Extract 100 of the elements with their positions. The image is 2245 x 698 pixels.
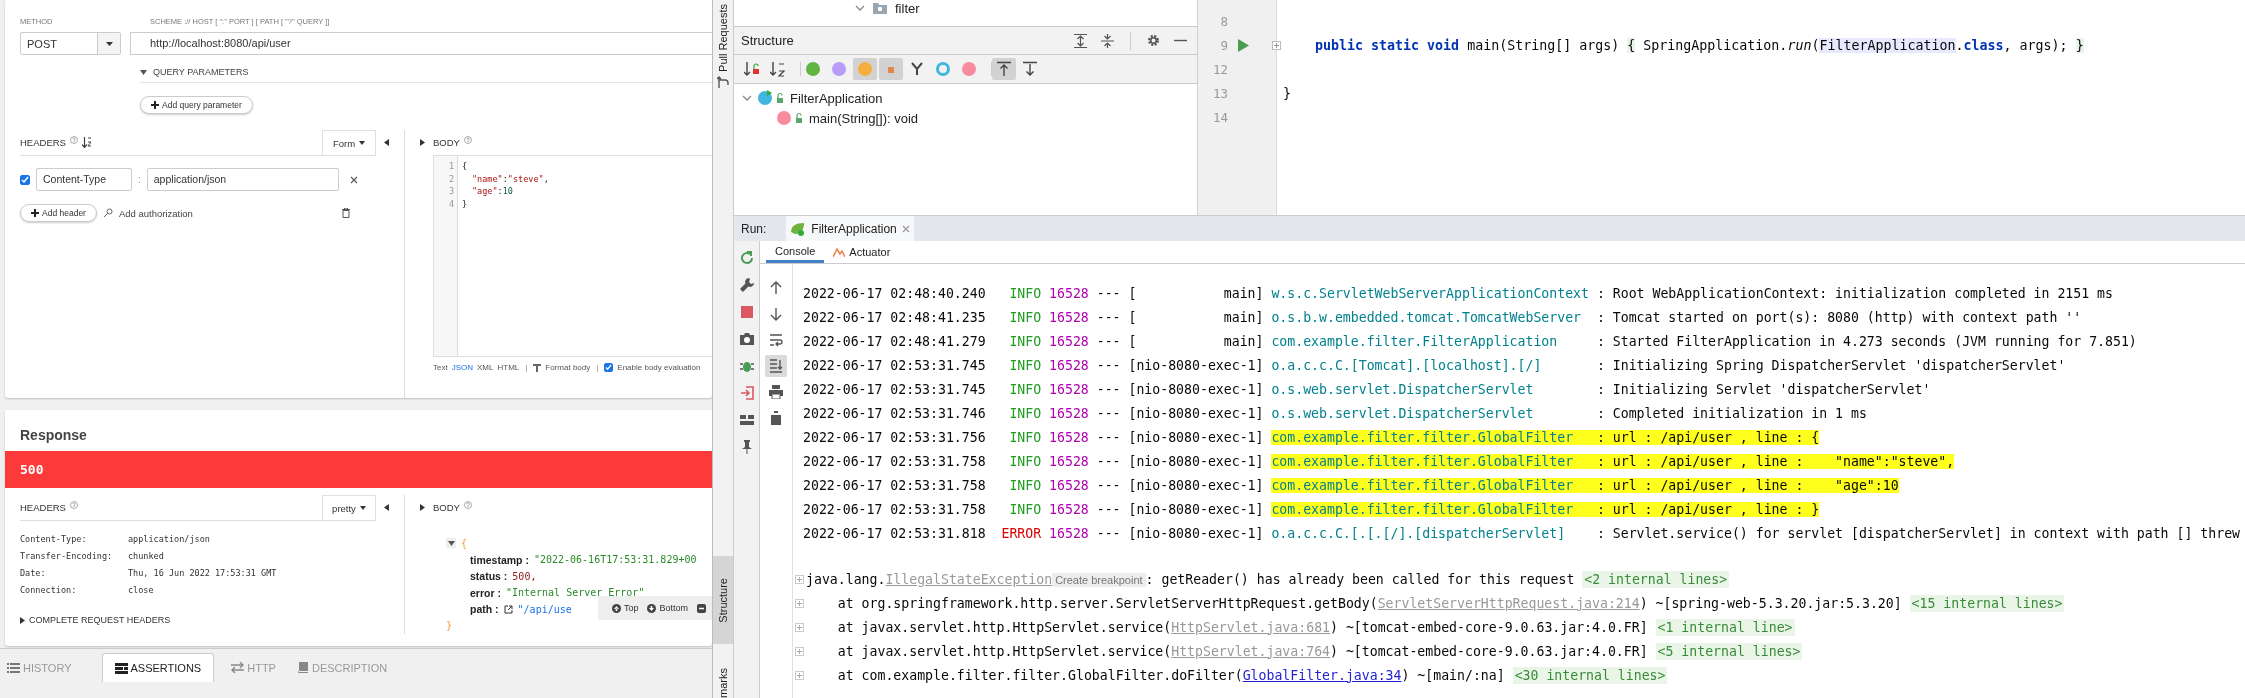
bottom-tab[interactable]: ASSERTIONS: [101, 653, 215, 682]
trace-text: at org.springframework.http.server.ServletServerHttpRequest.getBody(: [837, 595, 1378, 611]
left-arrow-icon[interactable]: [383, 504, 389, 511]
add-authorization-link[interactable]: Add authorization: [118, 207, 193, 219]
header-name: Connection:: [20, 585, 78, 597]
sort-icon[interactable]: [81, 137, 92, 148]
log-separator: ---: [1096, 453, 1122, 469]
log-level: INFO: [1008, 453, 1042, 469]
log-timestamp: 2022-06-17 02:48:40.240: [803, 285, 987, 301]
stop-icon[interactable]: [739, 305, 754, 319]
tree-item[interactable]: FilterApplication: [734, 88, 1197, 108]
log-pid: 16528: [1049, 405, 1090, 421]
add-query-parameter-button[interactable]: Add query parameter: [140, 96, 253, 114]
headers-view-dropdown[interactable]: pretty: [322, 495, 376, 520]
console-tab[interactable]: Actuator: [824, 241, 900, 263]
trace-text: at javax.servlet.http.HttpServlet.service(: [837, 619, 1172, 635]
camera-icon[interactable]: [739, 332, 754, 346]
run-tab[interactable]: FilterApplication: [786, 216, 914, 241]
pull-request-icon[interactable]: [717, 76, 729, 88]
headers-label: HEADERS: [20, 137, 66, 148]
layout-icon[interactable]: [739, 413, 754, 427]
exit-icon[interactable]: [739, 386, 754, 400]
expand-all-icon[interactable]: [1074, 33, 1087, 48]
query-parameters-toggle[interactable]: QUERY PARAMETERS: [140, 67, 712, 83]
folded-lines-badge[interactable]: <2 internal lines>: [1582, 570, 1730, 588]
line-number: 14: [1211, 109, 1228, 125]
fold-icon[interactable]: [1272, 40, 1281, 50]
method-select[interactable]: POST: [20, 32, 121, 55]
external-link-icon[interactable]: [503, 604, 513, 614]
trash-icon[interactable]: [342, 208, 350, 218]
body-evaluation-checkbox[interactable]: [604, 363, 614, 372]
log-logger: o.a.c.c.C.[Tomcat].[localhost].[/]: [1271, 357, 1543, 373]
json-value: "Internal Server Error": [505, 587, 645, 599]
minimize-icon[interactable]: [1174, 39, 1187, 42]
header-checkbox[interactable]: [20, 174, 30, 185]
caret-icon: [105, 41, 113, 46]
headers-mode-dropdown[interactable]: Form: [322, 130, 376, 155]
json-value: 500,: [512, 570, 537, 582]
body-editor[interactable]: 1 2 3 4 { "name":"steve", "age":10 }: [433, 155, 712, 357]
tool-window-tab[interactable]: Structure: [713, 556, 733, 644]
log-thread: [nio-8080-exec-1]: [1128, 405, 1265, 421]
structure-toolbar-button[interactable]: [992, 58, 1016, 80]
folded-lines-badge[interactable]: <1 internal line>: [1655, 618, 1795, 636]
console-tab[interactable]: Console: [766, 241, 825, 263]
caret-icon: [359, 141, 366, 145]
log-pid: 16528: [1049, 309, 1090, 325]
scroll-button[interactable]: Top: [611, 603, 639, 613]
format-body-button[interactable]: Format body: [545, 363, 591, 372]
wrench-icon[interactable]: [739, 278, 754, 292]
tool-window-tab[interactable]: marks: [713, 658, 733, 698]
log-timestamp: 2022-06-17 02:53:31.745: [803, 381, 987, 397]
body-mode-link[interactable]: XML: [477, 363, 494, 372]
colon-separator: :: [138, 174, 141, 185]
folded-lines-badge[interactable]: <30 internal lines>: [1512, 666, 1668, 684]
bug-icon[interactable]: [739, 359, 754, 373]
tree-item[interactable]: main(String[]): void: [734, 108, 1197, 128]
create-breakpoint-hint[interactable]: Create breakpoint: [1052, 572, 1146, 587]
tool-window-tab[interactable]: Pull Requests: [713, 0, 733, 72]
format-icon: [533, 363, 542, 372]
body-mode-link[interactable]: HTML: [497, 363, 520, 372]
arrow-up-icon: [996, 61, 1012, 77]
rerun-icon[interactable]: [739, 251, 754, 265]
collapse-all-icon[interactable]: [1101, 33, 1114, 48]
run-icon[interactable]: [1237, 38, 1249, 52]
log-timestamp: 2022-06-17 02:53:31.756: [803, 429, 987, 445]
close-icon[interactable]: [349, 175, 358, 184]
code-line: "age":10: [471, 185, 514, 198]
complete-request-headers-toggle[interactable]: COMPLETE REQUEST HEADERS: [20, 615, 376, 625]
folded-lines-badge[interactable]: <15 internal lines>: [1909, 594, 2065, 612]
trace-text: ) ~[tomcat-embed-core-9.0.63.jar:4.0.FR]: [1330, 643, 1648, 659]
line-number: 8: [1219, 13, 1228, 29]
right-arrow-icon[interactable]: [420, 504, 426, 511]
collapse-toggle[interactable]: [446, 538, 456, 549]
log-separator: ---: [1096, 525, 1122, 541]
leaf-icon: [790, 221, 807, 236]
body-mode-link[interactable]: JSON: [451, 363, 473, 372]
log-timestamp: 2022-06-17 02:53:31.745: [803, 357, 987, 373]
scroll-button[interactable]: Bottom: [647, 603, 688, 613]
header-name: Date:: [20, 568, 47, 580]
log-level: INFO: [1008, 429, 1042, 445]
console-toolbar-button[interactable]: [765, 355, 787, 377]
source-link[interactable]: GlobalFilter.java:34: [1242, 667, 1402, 683]
right-arrow-icon[interactable]: [420, 139, 426, 146]
header-name-field[interactable]: Content-Type: [36, 168, 132, 191]
tree-item[interactable]: filter: [734, 0, 1197, 17]
folded-lines-badge[interactable]: <5 internal lines>: [1655, 642, 1803, 660]
add-header-button[interactable]: Add header: [20, 204, 97, 222]
chevron-icon: [742, 94, 752, 102]
url-field[interactable]: http://localhost:8080/api/user: [130, 32, 712, 55]
left-arrow-icon[interactable]: [383, 139, 389, 146]
json-key: path :: [470, 603, 499, 616]
divider-text: |: [596, 363, 599, 372]
log-message: : Initializing Spring DispatcherServlet 'dispatcherServlet': [1596, 357, 2066, 373]
log-timestamp: 2022-06-17 02:48:41.235: [803, 309, 987, 325]
body-mode-link[interactable]: Text: [433, 363, 448, 372]
header-value-field[interactable]: application/json: [146, 168, 339, 191]
settings-icon[interactable]: [1147, 34, 1160, 47]
wrap-icon: [769, 333, 783, 347]
log-logger: w.s.c.ServletWebServerApplicationContext: [1271, 285, 1590, 301]
log-thread: [nio-8080-exec-1]: [1128, 477, 1265, 493]
